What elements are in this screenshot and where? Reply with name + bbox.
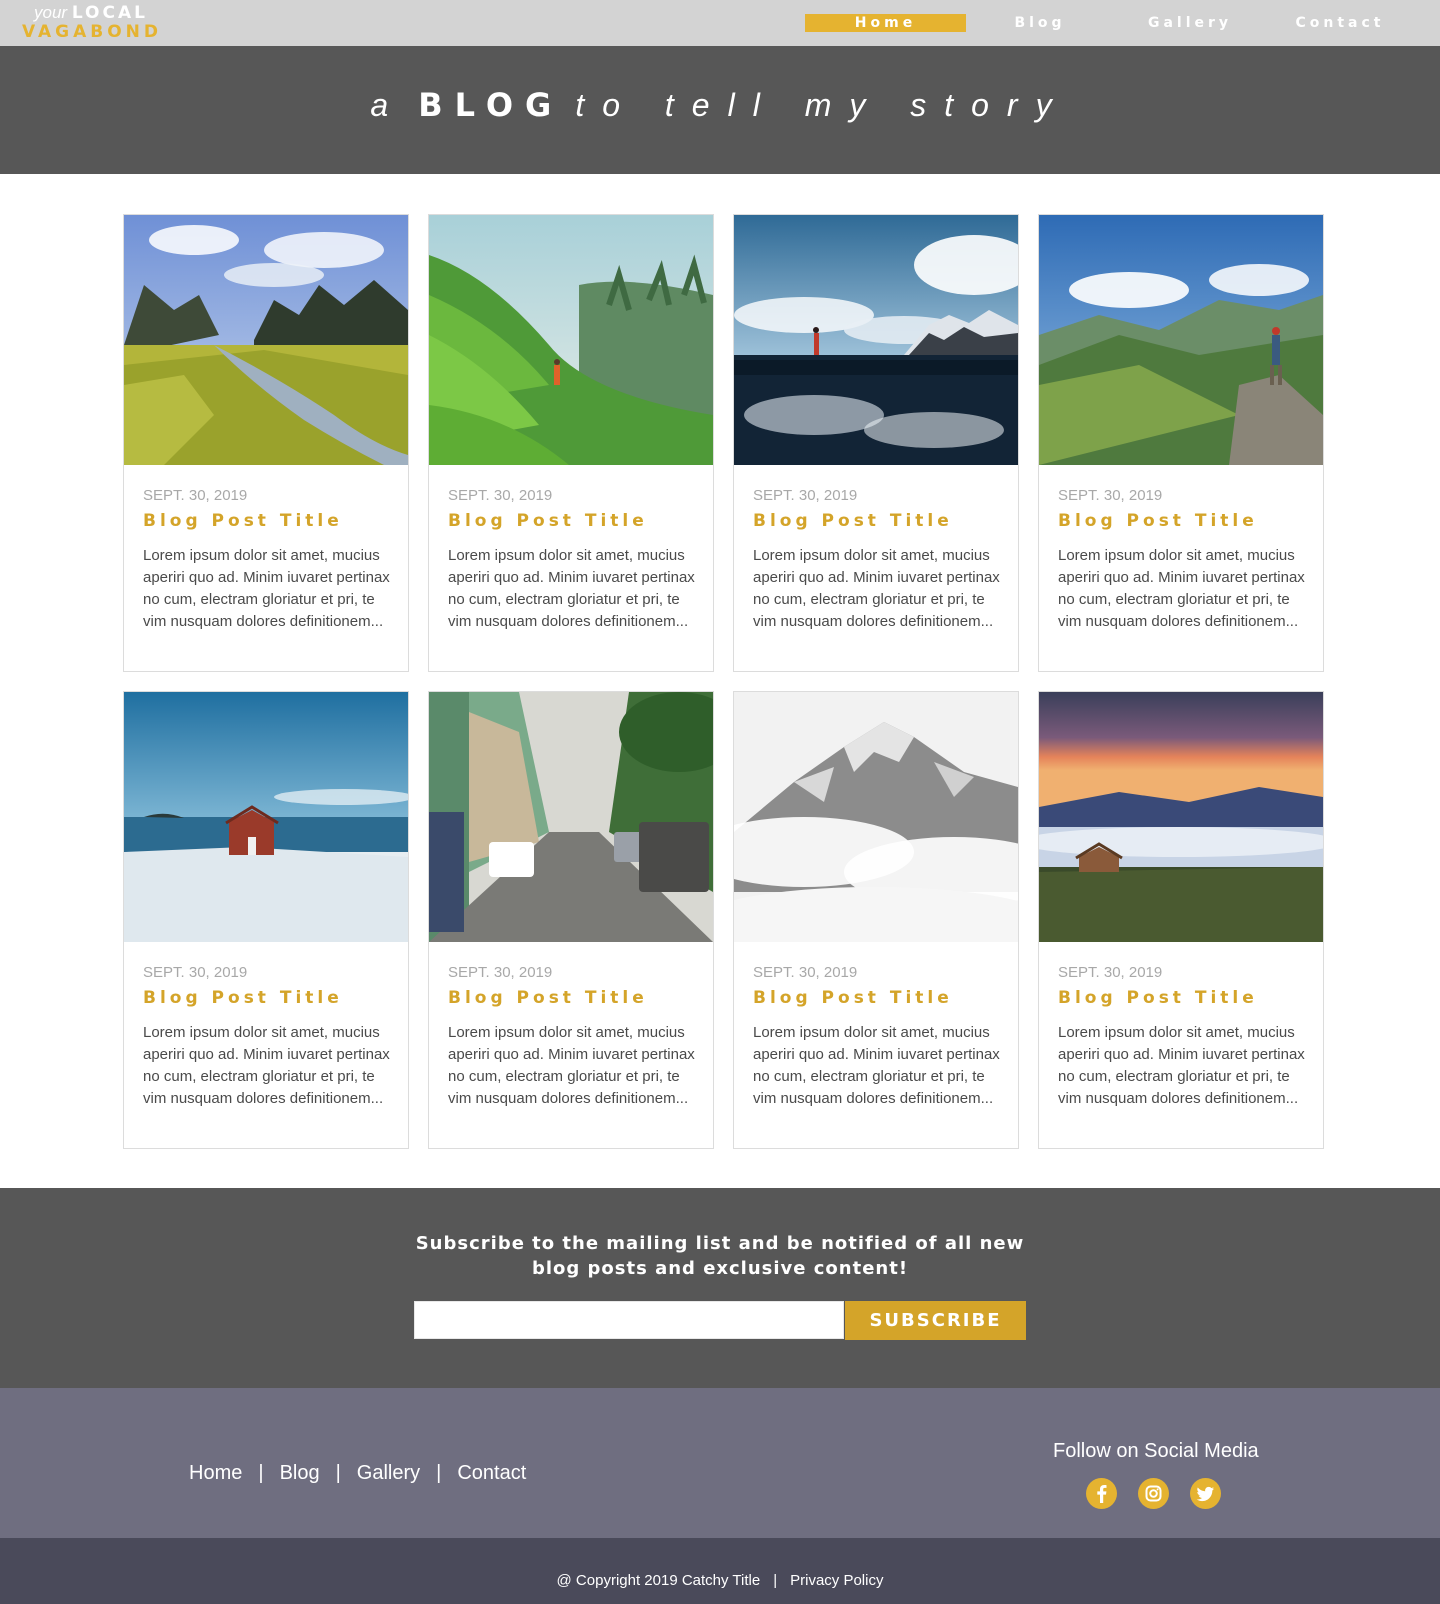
copyright-text: @ Copyright 2019 Catchy Title — [556, 1572, 761, 1589]
hero-banner: a BLOG to tell my story — [0, 46, 1440, 174]
post-excerpt: Lorem ipsum dolor sit amet, mucius aperi… — [448, 547, 695, 630]
post-title[interactable]: Blog Post Title — [1058, 988, 1258, 1008]
nav-contact[interactable]: Contact — [1290, 14, 1390, 32]
nav-blog[interactable]: Blog — [1000, 14, 1080, 32]
post-title[interactable]: Blog Post Title — [753, 988, 953, 1008]
logo-your: your — [34, 3, 68, 22]
post-date: SEPT. 30, 2019 — [1058, 487, 1163, 504]
bottom-bar: @ Copyright 2019 Catchy Title | Privacy Po… — [0, 1538, 1440, 1604]
post-date: SEPT. 30, 2019 — [1058, 964, 1163, 981]
snowy-cabin-photo — [124, 692, 408, 942]
post-date: SEPT. 30, 2019 — [753, 964, 858, 981]
email-field[interactable] — [414, 1301, 844, 1339]
logo-vagabond: VAGABOND — [22, 22, 163, 42]
logo-local: LOCAL — [71, 3, 148, 23]
post-excerpt: Lorem ipsum dolor sit amet, mucius aperi… — [753, 547, 1000, 630]
instagram-icon[interactable] — [1138, 1478, 1169, 1509]
facebook-icon[interactable] — [1086, 1478, 1117, 1509]
blog-card[interactable]: SEPT. 30, 2019 Blog Post Title Lorem ips… — [733, 691, 1019, 1149]
blog-card[interactable]: SEPT. 30, 2019 Blog Post Title Lorem ips… — [428, 214, 714, 672]
social-title: Follow on Social Media — [1053, 1440, 1259, 1462]
post-excerpt: Lorem ipsum dolor sit amet, mucius aperi… — [753, 1024, 1000, 1107]
post-excerpt: Lorem ipsum dolor sit amet, mucius aperi… — [1058, 1024, 1305, 1107]
city-street-photo — [429, 692, 713, 942]
post-title[interactable]: Blog Post Title — [143, 988, 343, 1008]
site-logo[interactable]: your LOCAL VAGABOND — [22, 3, 162, 42]
footer-separator: | — [258, 1462, 264, 1484]
lake-reflection-photo — [734, 215, 1018, 465]
footer-separator: | — [436, 1462, 442, 1484]
top-navbar: your LOCAL VAGABOND Home Blog Gallery Co… — [0, 0, 1440, 46]
post-date: SEPT. 30, 2019 — [448, 964, 553, 981]
blog-card[interactable]: SEPT. 30, 2019 Blog Post Title Lorem ips… — [123, 691, 409, 1149]
blog-card[interactable]: SEPT. 30, 2019 Blog Post Title Lorem ips… — [428, 691, 714, 1149]
subscribe-button[interactable]: SUBSCRIBE — [845, 1301, 1026, 1340]
post-title[interactable]: Blog Post Title — [753, 511, 953, 531]
post-title[interactable]: Blog Post Title — [448, 988, 648, 1008]
post-date: SEPT. 30, 2019 — [143, 964, 248, 981]
footer: Home | Blog | Gallery | Contact Follow on Soci… — [0, 1388, 1440, 1538]
post-excerpt: Lorem ipsum dolor sit amet, mucius aperi… — [448, 1024, 695, 1107]
post-title[interactable]: Blog Post Title — [1058, 511, 1258, 531]
blog-card[interactable]: SEPT. 30, 2019 Blog Post Title Lorem ips… — [123, 214, 409, 672]
post-excerpt: Lorem ipsum dolor sit amet, mucius aperi… — [143, 1024, 390, 1107]
rice-terrace-photo — [429, 215, 713, 465]
hero-title-post: to tell my story — [575, 87, 1070, 123]
privacy-policy-link[interactable]: Privacy Policy — [790, 1572, 883, 1589]
post-title[interactable]: Blog Post Title — [143, 511, 343, 531]
post-date: SEPT. 30, 2019 — [753, 487, 858, 504]
hero-title: a BLOG to tell my story — [0, 86, 1440, 124]
nav-gallery[interactable]: Gallery — [1140, 14, 1240, 32]
hero-title-strong: BLOG — [418, 86, 564, 124]
twitter-icon[interactable] — [1190, 1478, 1221, 1509]
footer-nav: Home | Blog | Gallery | Contact — [189, 1462, 526, 1485]
bottom-text: @ Copyright 2019 Catchy Title | Privacy Po… — [0, 1572, 1440, 1589]
post-date: SEPT. 30, 2019 — [143, 487, 248, 504]
mountain-hiker-photo — [1039, 215, 1323, 465]
subscribe-section: Subscribe to the mailing list and be not… — [0, 1188, 1440, 1388]
footer-link-gallery[interactable]: Gallery — [357, 1462, 420, 1484]
nav-home[interactable]: Home — [805, 14, 966, 32]
post-excerpt: Lorem ipsum dolor sit amet, mucius aperi… — [143, 547, 390, 630]
blog-card[interactable]: SEPT. 30, 2019 Blog Post Title Lorem ips… — [733, 214, 1019, 672]
footer-separator: | — [335, 1462, 341, 1484]
post-excerpt: Lorem ipsum dolor sit amet, mucius aperi… — [1058, 547, 1305, 630]
subscribe-text: Subscribe to the mailing list and be not… — [415, 1233, 1025, 1279]
blog-card[interactable]: SEPT. 30, 2019 Blog Post Title Lorem ips… — [1038, 691, 1324, 1149]
misty-mountain-photo — [734, 692, 1018, 942]
hero-title-pre: a — [370, 87, 407, 123]
logo-line-1: your LOCAL — [22, 3, 162, 23]
blog-card[interactable]: SEPT. 30, 2019 Blog Post Title Lorem ips… — [1038, 214, 1324, 672]
footer-link-home[interactable]: Home — [189, 1462, 242, 1484]
river-valley-karst-photo — [124, 215, 408, 465]
sunset-clouds-photo — [1039, 692, 1323, 942]
footer-link-blog[interactable]: Blog — [280, 1462, 320, 1484]
post-title[interactable]: Blog Post Title — [448, 511, 648, 531]
post-date: SEPT. 30, 2019 — [448, 487, 553, 504]
bottom-separator: | — [773, 1572, 778, 1589]
footer-link-contact[interactable]: Contact — [457, 1462, 526, 1484]
